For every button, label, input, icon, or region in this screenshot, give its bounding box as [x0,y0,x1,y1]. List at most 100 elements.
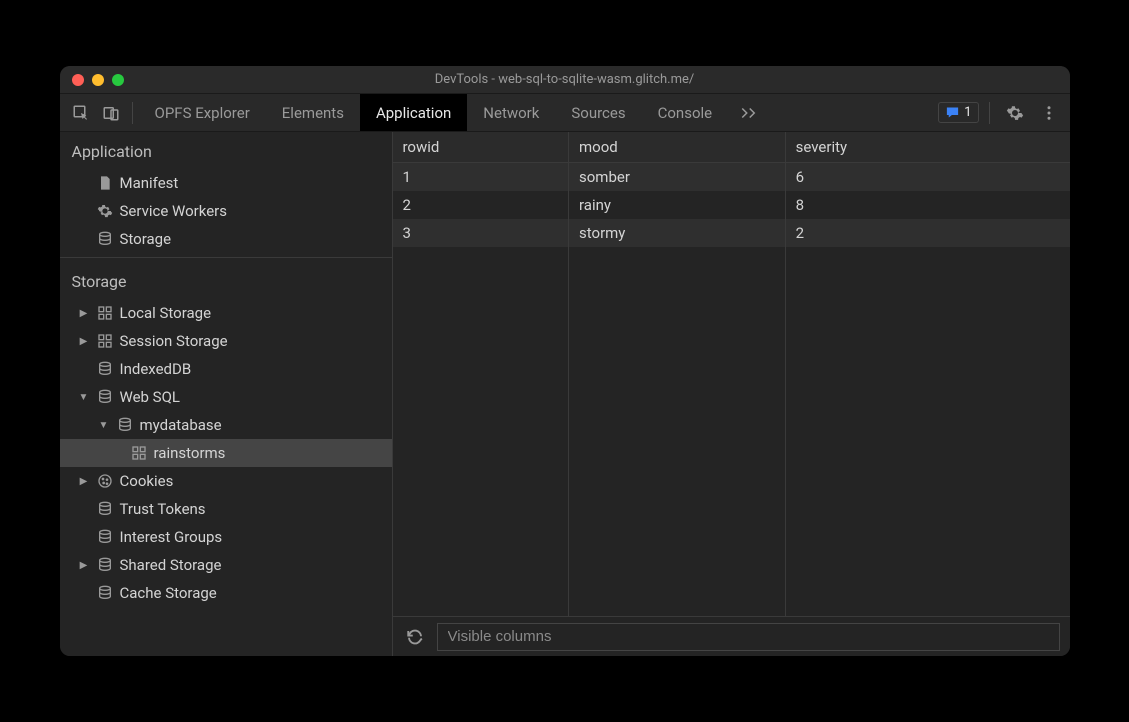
section-separator [60,257,392,258]
bottom-bar [393,616,1070,656]
more-options-button[interactable] [1034,98,1064,128]
sidebar-item-label: rainstorms [154,444,226,462]
inspect-element-button[interactable] [66,98,96,128]
toolbar: OPFS Explorer Elements Application Netwo… [60,94,1070,132]
gear-icon [1006,104,1024,122]
column-header-mood[interactable]: mood [569,132,786,163]
messages-count: 1 [964,105,971,120]
database-icon [96,528,114,546]
data-table: rowid mood severity 1 somber 6 2 [393,132,1070,616]
cookie-icon [96,472,114,490]
arrow-right-icon: ▶ [78,308,90,319]
sidebar-item-label: Cookies [120,472,174,490]
cell: 8 [785,191,1069,219]
sidebar-item-cookies[interactable]: ▶ Cookies [60,467,392,495]
grid-icon [130,444,148,462]
visible-columns-input[interactable] [437,623,1060,651]
sidebar-item-label: Manifest [120,174,179,192]
sidebar-item-manifest[interactable]: ▶ Manifest [60,169,392,197]
sidebar-item-web-sql[interactable]: ▼ Web SQL [60,383,392,411]
sidebar-item-label: Shared Storage [120,556,222,574]
chevron-double-right-icon [740,107,758,119]
column-header-rowid[interactable]: rowid [393,132,569,163]
sidebar-item-label: Cache Storage [120,584,217,602]
table-filler [393,247,1070,617]
tabs: OPFS Explorer Elements Application Netwo… [139,94,771,131]
table-header-row: rowid mood severity [393,132,1070,163]
grid-icon [96,304,114,322]
sidebar-item-shared-storage[interactable]: ▶ Shared Storage [60,551,392,579]
table-wrap: rowid mood severity 1 somber 6 2 [393,132,1070,616]
panel-body: Application ▶ Manifest ▶ Service Workers… [60,132,1070,656]
device-toggle-button[interactable] [96,98,126,128]
tab-application[interactable]: Application [360,94,467,131]
tab-elements[interactable]: Elements [266,94,360,131]
tab-console[interactable]: Console [642,94,729,131]
section-title-application: Application [60,132,392,169]
tab-network[interactable]: Network [467,94,555,131]
sidebar-item-label: Service Workers [120,202,227,220]
sidebar-item-storage[interactable]: ▶ Storage [60,225,392,253]
arrow-right-icon: ▶ [78,560,90,571]
sidebar-item-label: Storage [120,230,172,248]
cell: somber [569,163,786,191]
main-panel: rowid mood severity 1 somber 6 2 [393,132,1070,656]
cell: 2 [393,191,569,219]
arrow-down-icon: ▼ [98,420,110,431]
refresh-button[interactable] [403,625,427,649]
section-title-storage: Storage [60,262,392,299]
arrow-right-icon: ▶ [78,336,90,347]
kebab-icon [1040,104,1058,122]
tab-sources[interactable]: Sources [555,94,641,131]
sidebar-item-label: mydatabase [140,416,222,434]
cell: 6 [785,163,1069,191]
maximize-window-button[interactable] [112,74,124,86]
toolbar-separator [132,102,133,124]
sidebar-item-label: Interest Groups [120,528,223,546]
sidebar-item-trust-tokens[interactable]: ▶ Trust Tokens [60,495,392,523]
sidebar-item-label: Web SQL [120,388,180,406]
column-header-severity[interactable]: severity [785,132,1069,163]
titlebar: DevTools - web-sql-to-sqlite-wasm.glitch… [60,66,1070,94]
minimize-window-button[interactable] [92,74,104,86]
toolbar-separator [989,102,990,124]
sidebar-item-session-storage[interactable]: ▶ Session Storage [60,327,392,355]
database-icon [96,584,114,602]
arrow-down-icon: ▼ [78,392,90,403]
sidebar-item-interest-groups[interactable]: ▶ Interest Groups [60,523,392,551]
sidebar-item-cache-storage[interactable]: ▶ Cache Storage [60,579,392,607]
document-icon [96,174,114,192]
close-window-button[interactable] [72,74,84,86]
messages-badge[interactable]: 1 [938,102,978,123]
sidebar: Application ▶ Manifest ▶ Service Workers… [60,132,393,656]
cell: rainy [569,191,786,219]
cell: stormy [569,219,786,247]
grid-icon [96,332,114,350]
sidebar-item-rainstorms[interactable]: rainstorms [60,439,392,467]
table-row[interactable]: 3 stormy 2 [393,219,1070,247]
cell: 2 [785,219,1069,247]
database-icon [96,556,114,574]
sidebar-item-local-storage[interactable]: ▶ Local Storage [60,299,392,327]
cell: 1 [393,163,569,191]
sidebar-item-label: IndexedDB [120,360,192,378]
devtools-window: DevTools - web-sql-to-sqlite-wasm.glitch… [60,66,1070,656]
database-icon [96,500,114,518]
database-icon [116,416,134,434]
tab-opfs-explorer[interactable]: OPFS Explorer [139,94,266,131]
sidebar-item-service-workers[interactable]: ▶ Service Workers [60,197,392,225]
sidebar-item-indexeddb[interactable]: ▶ IndexedDB [60,355,392,383]
settings-button[interactable] [1000,98,1030,128]
sidebar-item-label: Session Storage [120,332,228,350]
sidebar-item-mydatabase[interactable]: ▼ mydatabase [60,411,392,439]
database-icon [96,360,114,378]
table-row[interactable]: 1 somber 6 [393,163,1070,191]
sidebar-item-label: Local Storage [120,304,212,322]
more-tabs-button[interactable] [728,94,770,131]
sidebar-item-label: Trust Tokens [120,500,206,518]
refresh-icon [406,628,424,646]
window-title: DevTools - web-sql-to-sqlite-wasm.glitch… [60,72,1070,87]
gear-icon [96,202,114,220]
table-row[interactable]: 2 rainy 8 [393,191,1070,219]
database-icon [96,230,114,248]
